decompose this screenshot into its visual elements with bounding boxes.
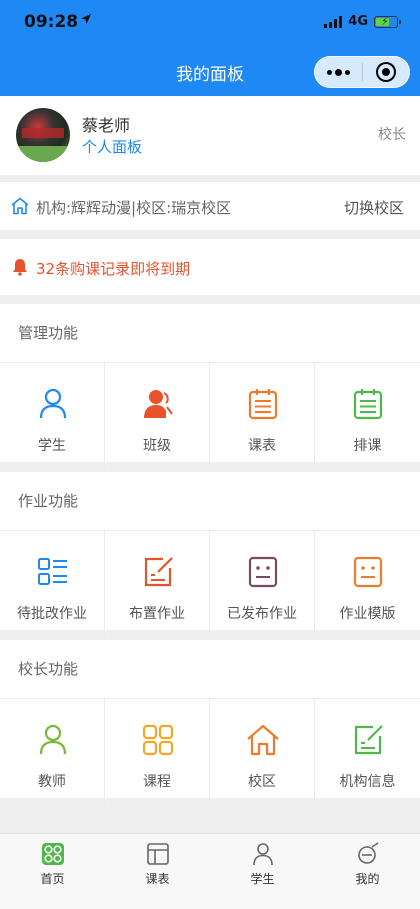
grid-icon: [142, 724, 174, 756]
section-homework: 作业功能 待批改作业 布置作业 已发布作业 作业模版: [0, 472, 420, 641]
grid-item-teachers[interactable]: 教师: [0, 699, 105, 809]
grid-item-label: 已发布作业: [227, 606, 297, 622]
grid-item-published-homework[interactable]: 已发布作业: [210, 531, 315, 641]
function-grid: 学生 班级 课表 排课: [0, 362, 420, 473]
personal-panel-link[interactable]: 个人面板: [82, 136, 142, 157]
grid-item-timetable[interactable]: 课表: [210, 363, 315, 473]
signal-icon: [324, 15, 343, 28]
expiry-alert[interactable]: 32条购课记录即将到期: [0, 239, 420, 295]
section-principal: 校长功能 教师 课程 校区 机构信息: [0, 640, 420, 809]
miniprogram-capsule: [314, 56, 410, 88]
grid-item-label: 学生: [38, 438, 66, 454]
grid-item-students[interactable]: 学生: [0, 363, 105, 473]
grid-item-label: 课表: [248, 438, 276, 454]
tab-label: 学生: [250, 872, 275, 886]
section-management: 管理功能 学生 班级 课表 排课: [0, 304, 420, 473]
grid-item-label: 待批改作业: [17, 606, 87, 622]
function-grid: 待批改作业 布置作业 已发布作业 作业模版: [0, 530, 420, 641]
profile-card: 蔡老师 个人面板 校长: [0, 96, 420, 175]
class-icon: [144, 390, 173, 418]
section-title: 作业功能: [18, 492, 79, 510]
grid-item-pending-homework[interactable]: 待批改作业: [0, 531, 105, 641]
network-type: 4G: [348, 14, 368, 29]
location-arrow-icon: [81, 14, 91, 24]
battery-icon: ⚡: [374, 15, 401, 28]
grid-item-label: 校区: [248, 774, 276, 790]
edit-icon: [144, 557, 173, 587]
tab-label: 课表: [145, 872, 170, 886]
house-icon: [247, 724, 279, 756]
status-indicators: 4G ⚡: [324, 14, 401, 29]
document-icon: [248, 556, 278, 588]
grid-item-campus[interactable]: 校区: [210, 699, 315, 809]
grid-item-homework-template[interactable]: 作业模版: [315, 531, 420, 641]
section-title: 校长功能: [18, 660, 79, 678]
info-edit-icon: [354, 725, 383, 755]
status-time: 09:28: [24, 12, 79, 32]
alert-text: 32条购课记录即将到期: [36, 260, 191, 278]
home-outline-icon: [11, 197, 29, 215]
grid-item-label: 排课: [353, 438, 382, 454]
grid-item-label: 班级: [143, 438, 171, 454]
switch-campus-button[interactable]: 切换校区: [344, 197, 404, 218]
bell-icon: [13, 259, 27, 276]
grid-item-classes[interactable]: 班级: [105, 363, 210, 473]
tab-label: 我的: [355, 872, 380, 886]
target-icon: [375, 62, 396, 82]
tab-timetable[interactable]: 课表: [105, 834, 210, 909]
teacher-icon: [39, 724, 67, 755]
mine-icon: [358, 842, 379, 864]
grid-item-label: 机构信息: [339, 774, 396, 790]
tab-label: 首页: [40, 872, 65, 886]
grid-item-label: 布置作业: [129, 606, 185, 622]
calendar-icon: [248, 389, 278, 420]
home-icon: [42, 843, 64, 865]
user-icon: [39, 388, 67, 419]
list-icon: [38, 558, 67, 585]
tab-home[interactable]: 首页: [0, 834, 105, 909]
function-grid: 教师 课程 校区 机构信息: [0, 698, 420, 809]
org-campus-text: 机构:辉辉动漫|校区:瑞京校区: [36, 199, 232, 217]
bottom-tab-bar: 首页 课表 学生 我的: [0, 833, 420, 909]
role-badge: 校长: [378, 127, 406, 143]
nav-bar: 我的面板: [0, 44, 420, 96]
student-icon: [253, 843, 273, 866]
grid-item-assign-homework[interactable]: 布置作业: [105, 531, 210, 641]
status-bar: 09:28 4G ⚡: [0, 0, 420, 44]
grid-item-label: 教师: [38, 774, 66, 790]
timetable-icon: [147, 843, 169, 865]
grid-item-label: 课程: [143, 774, 171, 790]
template-icon: [353, 556, 383, 588]
grid-item-courses[interactable]: 课程: [105, 699, 210, 809]
close-miniprogram-button[interactable]: [363, 57, 409, 87]
grid-item-org-info[interactable]: 机构信息: [315, 699, 420, 809]
org-row: 机构:辉辉动漫|校区:瑞京校区 切换校区: [0, 182, 420, 230]
tab-mine[interactable]: 我的: [315, 834, 420, 909]
more-menu-button[interactable]: [315, 57, 362, 87]
avatar[interactable]: [16, 108, 70, 162]
tab-students[interactable]: 学生: [210, 834, 315, 909]
grid-item-label: 作业模版: [339, 606, 396, 622]
profile-name: 蔡老师: [82, 116, 131, 135]
grid-item-scheduling[interactable]: 排课: [315, 363, 420, 473]
section-title: 管理功能: [18, 324, 79, 342]
schedule-icon: [353, 389, 383, 420]
